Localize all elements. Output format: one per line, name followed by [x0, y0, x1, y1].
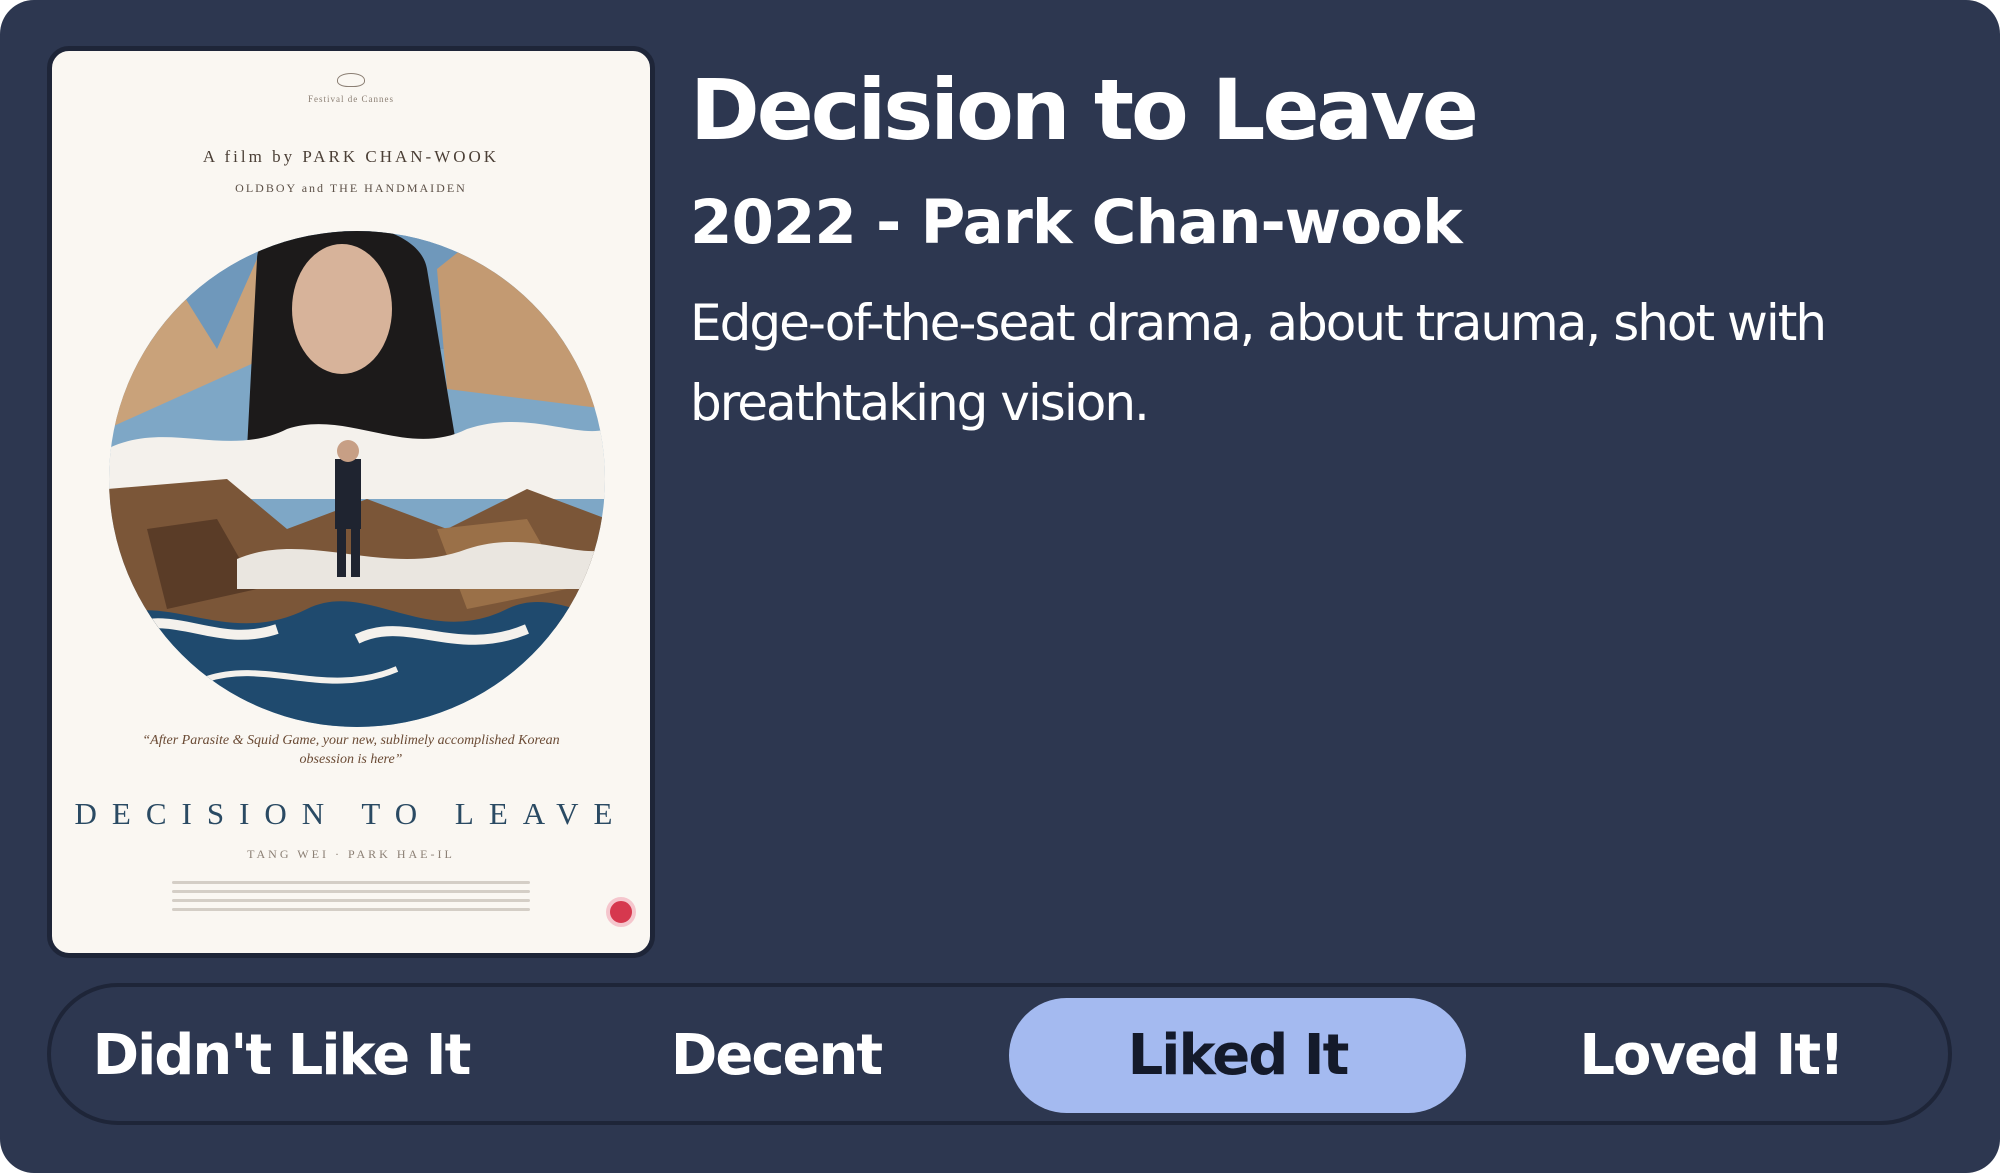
movie-title: Decision to Leave [690, 61, 1479, 159]
laurel-icon [337, 73, 365, 87]
movie-description: Edge-of-the-seat drama, about trauma, sh… [690, 294, 1827, 432]
movie-rating-card: Festival de Cannes A film by PARK CHAN-W… [0, 0, 2000, 1173]
poster-credits-block [172, 881, 530, 917]
rating-segmented-control: Didn't Like It Decent Liked It Loved It! [47, 983, 1952, 1125]
poster-cast: TANG WEI · PARK HAE-IL [247, 847, 455, 861]
rating-option-didnt-like-it[interactable]: Didn't Like It [71, 998, 491, 1113]
distributor-logo-icon [606, 897, 636, 927]
rating-option-loved-it[interactable]: Loved It! [1491, 998, 1931, 1113]
poster-previous-works: OLDBOY and THE HANDMAIDEN [235, 181, 467, 195]
poster-quote: “After Parasite & Squid Game, your new, … [142, 733, 560, 767]
rating-option-liked-it[interactable]: Liked It [1009, 998, 1466, 1113]
movie-year-director: 2022 - Park Chan-wook [690, 187, 1463, 258]
poster-artwork [109, 231, 605, 727]
poster-festival-label: Festival de Cannes [52, 73, 650, 105]
poster-title: DECISION TO LEAVE [74, 796, 628, 831]
rating-option-decent[interactable]: Decent [556, 998, 996, 1113]
movie-poster: Festival de Cannes A film by PARK CHAN-W… [47, 46, 655, 958]
poster-director-line: A film by PARK CHAN-WOOK [202, 147, 500, 166]
